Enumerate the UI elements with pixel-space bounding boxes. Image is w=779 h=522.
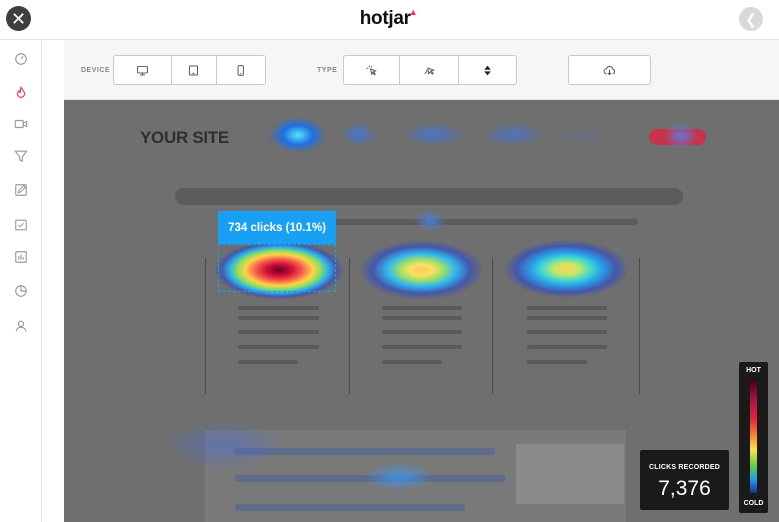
legend-cold-label: COLD xyxy=(743,500,764,507)
device-phone-button[interactable] xyxy=(215,56,265,84)
text-placeholder xyxy=(527,316,607,320)
phone-icon xyxy=(237,64,245,76)
form-edit-icon xyxy=(15,184,27,196)
text-placeholder xyxy=(238,330,319,334)
sidebar-item-analytics[interactable] xyxy=(0,280,42,302)
download-button[interactable] xyxy=(568,55,651,85)
heatmap-flame-icon xyxy=(16,86,26,98)
type-label: TYPE xyxy=(317,67,338,74)
heat-legend: HOT COLD xyxy=(739,362,768,513)
bar-chart-icon xyxy=(15,251,27,263)
heat-spot xyxy=(664,122,698,150)
text-placeholder xyxy=(527,345,607,349)
sidebar-gutter xyxy=(42,40,64,522)
cloud-download-icon xyxy=(603,65,616,75)
heat-spot xyxy=(341,122,375,146)
click-icon xyxy=(366,65,378,76)
text-placeholder xyxy=(527,360,587,364)
site-logo: YOUR SITE xyxy=(140,128,229,147)
heat-spot xyxy=(414,210,446,232)
text-placeholder xyxy=(527,306,607,310)
top-bar: ✕ hotjar▲ ❮ xyxy=(0,0,779,40)
back-button[interactable]: ❮ xyxy=(739,7,763,31)
device-selector xyxy=(113,55,266,85)
legend-gradient xyxy=(750,379,757,493)
sidebar-item-recordings[interactable] xyxy=(0,113,42,135)
type-click-button[interactable] xyxy=(344,56,399,84)
text-placeholder xyxy=(527,330,607,334)
heat-spot xyxy=(270,117,326,153)
type-scroll-button[interactable] xyxy=(457,56,516,84)
poll-icon xyxy=(15,219,27,231)
text-placeholder xyxy=(382,360,442,364)
text-placeholder xyxy=(382,316,462,320)
user-icon xyxy=(15,320,27,332)
legend-hot-label: HOT xyxy=(746,367,761,374)
dashboard-icon xyxy=(15,53,27,65)
pie-chart-icon xyxy=(15,285,27,297)
heat-spot xyxy=(359,240,484,300)
column-divider xyxy=(492,258,493,394)
column-divider xyxy=(349,258,350,394)
clicks-recorded-panel: CLICKS RECORDED 7,376 xyxy=(640,450,729,510)
sidebar-item-dashboard[interactable] xyxy=(0,48,42,70)
flame-icon: ▲ xyxy=(408,7,418,17)
sidebar-item-funnels[interactable] xyxy=(0,145,42,167)
footer-image-placeholder xyxy=(516,444,624,504)
type-selector xyxy=(343,55,517,85)
sidebar xyxy=(0,40,42,522)
text-placeholder xyxy=(238,345,319,349)
hero-title-placeholder xyxy=(175,188,683,205)
column-divider xyxy=(639,258,640,394)
heat-spot xyxy=(504,240,629,298)
sidebar-item-polls[interactable] xyxy=(0,214,42,236)
text-placeholder xyxy=(382,330,462,334)
sidebar-item-reports[interactable] xyxy=(0,246,42,268)
text-placeholder xyxy=(238,360,298,364)
sidebar-item-users[interactable] xyxy=(0,315,42,337)
sidebar-item-forms[interactable] xyxy=(0,179,42,201)
desktop-icon xyxy=(137,65,148,75)
click-count-tooltip: 734 clicks (10.1%) xyxy=(218,211,336,244)
text-placeholder xyxy=(238,306,319,310)
sidebar-item-heatmaps[interactable] xyxy=(0,82,42,104)
hotjar-logo: hotjar▲ xyxy=(359,7,418,29)
tablet-icon xyxy=(189,65,199,75)
heat-spot xyxy=(164,420,284,470)
clicks-recorded-label: CLICKS RECORDED xyxy=(648,464,721,471)
text-placeholder xyxy=(382,345,462,349)
device-tablet-button[interactable] xyxy=(171,56,215,84)
scroll-icon xyxy=(484,65,491,75)
move-icon xyxy=(423,66,435,75)
heat-spot xyxy=(404,122,464,146)
chevron-left-icon: ❮ xyxy=(745,10,757,27)
text-placeholder xyxy=(238,316,319,320)
device-label: DEVICE xyxy=(81,67,111,74)
recording-camera-icon xyxy=(14,119,28,129)
funnel-icon xyxy=(14,150,28,163)
nav-placeholder xyxy=(559,133,599,140)
text-placeholder xyxy=(382,306,462,310)
clicks-recorded-value: 7,376 xyxy=(658,477,711,500)
heatmap-toolbar: DEVICE TYPE xyxy=(64,40,779,100)
column-divider xyxy=(205,258,206,394)
heat-spot xyxy=(484,122,544,146)
device-desktop-button[interactable] xyxy=(114,56,171,84)
element-selection-box[interactable] xyxy=(218,244,336,292)
heat-spot xyxy=(364,462,434,492)
type-move-button[interactable] xyxy=(399,56,457,84)
footer-line xyxy=(235,504,465,511)
